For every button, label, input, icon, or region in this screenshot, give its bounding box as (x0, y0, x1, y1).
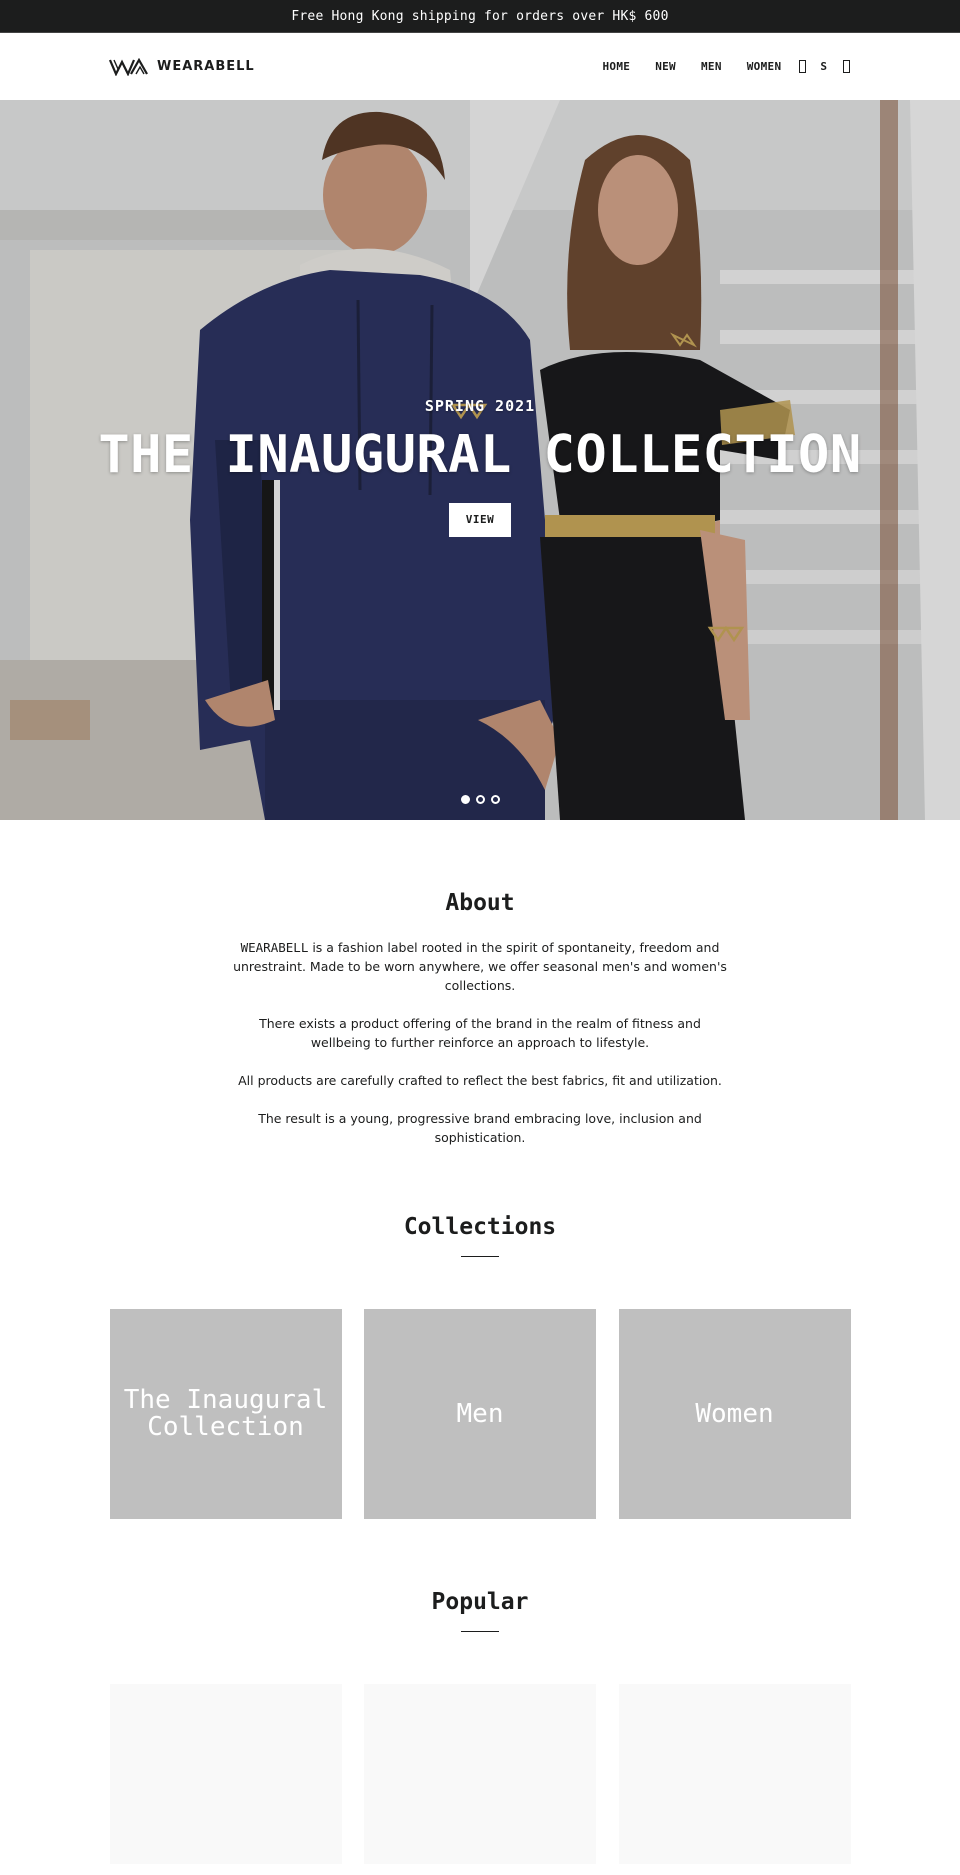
search-icon[interactable] (799, 60, 807, 73)
nav-women[interactable]: WOMEN (747, 60, 782, 73)
nav-new[interactable]: NEW (655, 60, 676, 73)
announcement-text: Free Hong Kong shipping for orders over … (291, 8, 669, 24)
about-body: WEARABELL is a fashion label rooted in t… (230, 938, 730, 1147)
section-divider (461, 1631, 499, 1632)
popular-title: Popular (431, 1589, 529, 1615)
about-paragraph: The result is a young, progressive brand… (258, 1111, 702, 1145)
popular-grid (109, 1684, 851, 1864)
about-brand-word: WEARABELL (240, 940, 309, 955)
hero-title: THE INAUGURAL COLLECTION (98, 425, 862, 485)
product-card[interactable] (364, 1684, 596, 1864)
hero-subtitle: SPRING 2021 (424, 397, 536, 415)
collection-tile-women[interactable]: Women (618, 1309, 851, 1519)
about-title: About (445, 890, 515, 916)
nav-home[interactable]: HOME (602, 60, 630, 73)
slide-dot-1[interactable] (460, 795, 470, 804)
nav-men[interactable]: MEN (701, 60, 722, 73)
product-card[interactable] (109, 1684, 342, 1864)
hero-content: SPRING 2021 THE INAUGURAL COLLECTION VIE… (0, 397, 960, 537)
collections-title: Collections (403, 1214, 557, 1240)
brand-name: WEARABELL (157, 59, 255, 74)
section-divider (461, 1256, 499, 1257)
wearabell-logo-icon (109, 57, 148, 76)
collection-tile-inaugural[interactable]: The Inaugural Collection (109, 1309, 342, 1519)
slide-dot-2[interactable] (475, 795, 485, 804)
collections-grid: The Inaugural Collection Men Women (109, 1309, 851, 1519)
collection-tile-men[interactable]: Men (364, 1309, 596, 1519)
hero-view-button[interactable]: VIEW (448, 503, 512, 537)
about-paragraph: All products are carefully crafted to re… (238, 1073, 722, 1088)
popular-section: Popular (0, 1519, 960, 1864)
product-card[interactable] (618, 1684, 851, 1864)
about-section: About WEARABELL is a fashion label roote… (0, 820, 960, 1147)
collection-label: The Inaugural Collection (123, 1385, 328, 1442)
account-button[interactable]: S (820, 60, 827, 73)
site-header: WEARABELL HOME NEW MEN WOMEN S (0, 33, 960, 100)
hero-slideshow: SPRING 2021 THE INAUGURAL COLLECTION VIE… (0, 100, 960, 820)
slideshow-dots (0, 795, 960, 804)
collections-section: Collections The Inaugural Collection Men… (0, 1166, 960, 1519)
about-paragraph: There exists a product offering of the b… (259, 1016, 701, 1050)
cart-icon[interactable] (843, 60, 850, 73)
announcement-bar: Free Hong Kong shipping for orders over … (0, 0, 960, 33)
about-paragraph-text: is a fashion label rooted in the spirit … (233, 940, 727, 993)
collection-label: Women (695, 1398, 774, 1429)
main-nav: HOME NEW MEN WOMEN S (602, 60, 850, 73)
about-paragraph: WEARABELL is a fashion label rooted in t… (230, 938, 730, 995)
slide-dot-3[interactable] (490, 795, 500, 804)
collection-label: Men (456, 1398, 504, 1429)
logo[interactable]: WEARABELL (109, 57, 255, 76)
